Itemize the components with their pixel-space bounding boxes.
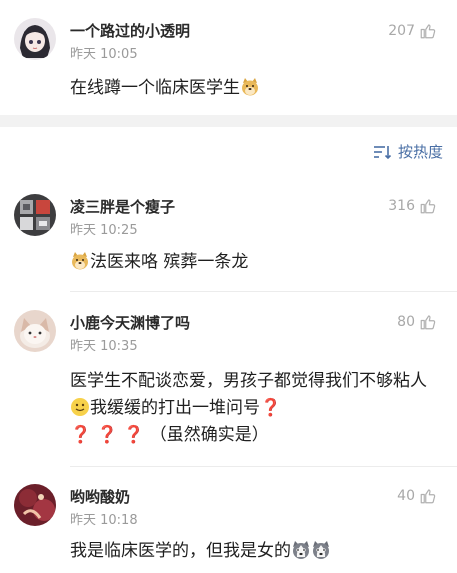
comment-time: 昨天 10:05: [70, 47, 138, 62]
comment-text: 在线蹲一个临床医学生: [70, 75, 442, 101]
thumbs-up-icon: [420, 199, 436, 214]
question-mark-emoji: ❓: [70, 425, 92, 445]
like-button[interactable]: 40: [397, 486, 437, 506]
avatar[interactable]: [14, 310, 56, 352]
comment-text-part: 医学生不配谈恋爱，男孩子都觉得我们不够粘人: [70, 371, 427, 391]
husky-emoji-icon: [313, 541, 329, 559]
avatar[interactable]: [14, 484, 56, 526]
comment-time: 昨天 10:35: [70, 339, 138, 354]
like-button[interactable]: 80: [397, 312, 437, 332]
comment-text-content: 在线蹲一个临床医学生: [70, 78, 240, 98]
comment-text-part: （虽然确实是）: [149, 425, 269, 445]
comment-time: 昨天 10:25: [70, 223, 138, 238]
husky-emoji-icon: [293, 541, 309, 559]
comment-divider: [70, 291, 457, 292]
like-count: 316: [388, 198, 415, 214]
avatar[interactable]: [14, 18, 56, 60]
comment-text-part: 我缓缓的打出一堆问号: [90, 398, 260, 418]
thumbs-up-icon: [420, 24, 436, 39]
like-button[interactable]: 316: [388, 196, 437, 216]
thumbs-up-icon: [420, 489, 436, 504]
like-count: 80: [397, 314, 415, 330]
question-mark-emoji: ❓: [123, 425, 145, 445]
question-mark-emoji: ❓: [260, 398, 282, 418]
sort-icon: [373, 145, 392, 159]
thumbs-up-icon: [420, 315, 436, 330]
username[interactable]: 小鹿今天渊博了吗: [70, 312, 190, 333]
smile-emoji-icon: [71, 398, 89, 416]
question-mark-emoji: ❓: [96, 425, 118, 445]
comment-text-content: 法医来咯 殡葬一条龙: [90, 252, 249, 272]
comment-time: 昨天 10:18: [70, 513, 138, 528]
like-count: 40: [397, 488, 415, 504]
comment-text: 医学生不配谈恋爱，男孩子都觉得我们不够粘人我缓缓的打出一堆问号❓ ❓ ❓ ❓ （…: [70, 368, 442, 449]
like-count: 207: [388, 23, 415, 39]
sort-label: 按热度: [397, 143, 443, 161]
username[interactable]: 哟哟酸奶: [70, 486, 130, 507]
avatar[interactable]: [14, 194, 56, 236]
like-button[interactable]: 207: [388, 21, 437, 41]
comment-text: 我是临床医学的，但我是女的: [70, 538, 442, 564]
username[interactable]: 凌三胖是个瘦子: [70, 196, 175, 217]
doge-emoji-icon: [72, 252, 88, 270]
doge-emoji-icon: [242, 78, 258, 96]
comment-text: 法医来咯 殡葬一条龙: [70, 249, 442, 275]
sort-by-hotness-button[interactable]: 按热度: [373, 141, 443, 162]
section-separator: [0, 115, 457, 127]
comment-text-content: 我是临床医学的，但我是女的: [70, 541, 291, 561]
username[interactable]: 一个路过的小透明: [70, 20, 190, 41]
comment-divider: [70, 466, 457, 467]
